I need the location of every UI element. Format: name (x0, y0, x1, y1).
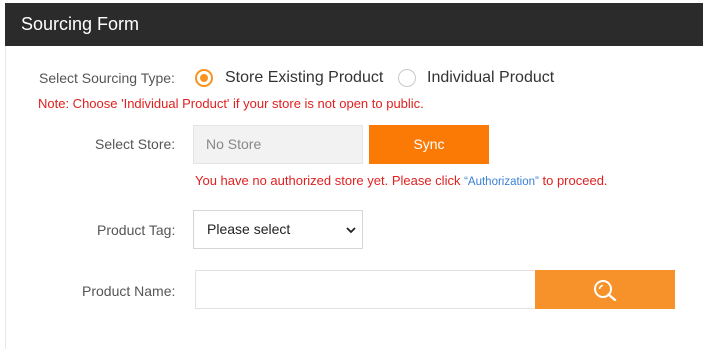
radio-store-existing-product-label[interactable]: Store Existing Product (225, 69, 383, 87)
store-select-value: No Store (206, 136, 262, 152)
radio-individual-product[interactable] (398, 69, 416, 87)
authorization-link[interactable]: “Authorization” (464, 176, 539, 188)
product-name-input[interactable] (195, 270, 536, 309)
radio-store-existing-product[interactable] (195, 69, 213, 87)
chevron-down-icon (346, 227, 356, 234)
store-warning-tail: to proceed. (538, 173, 608, 188)
product-name-label: Product Name: (82, 283, 176, 299)
form-header: Sourcing Form (5, 3, 703, 46)
sync-button[interactable]: Sync (369, 125, 489, 164)
radio-individual-product-label[interactable]: Individual Product (427, 69, 554, 87)
sourcing-note: Note: Choose 'Individual Product' if you… (38, 96, 424, 111)
form-title: Sourcing Form (21, 14, 140, 34)
select-store-label: Select Store: (95, 136, 176, 152)
store-warning-text: You have no authorized store yet. Please… (195, 173, 465, 188)
sync-button-label: Sync (413, 136, 445, 152)
product-tag-select[interactable]: Please select (193, 210, 363, 249)
product-tag-label: Product Tag: (97, 222, 176, 238)
search-icon (594, 280, 617, 301)
store-select[interactable]: No Store (193, 125, 363, 164)
product-tag-selected: Please select (207, 221, 291, 237)
store-warning: You have no authorized store yet. Please… (195, 173, 608, 188)
sourcing-type-label: Select Sourcing Type: (39, 70, 175, 86)
search-button[interactable] (535, 270, 675, 309)
